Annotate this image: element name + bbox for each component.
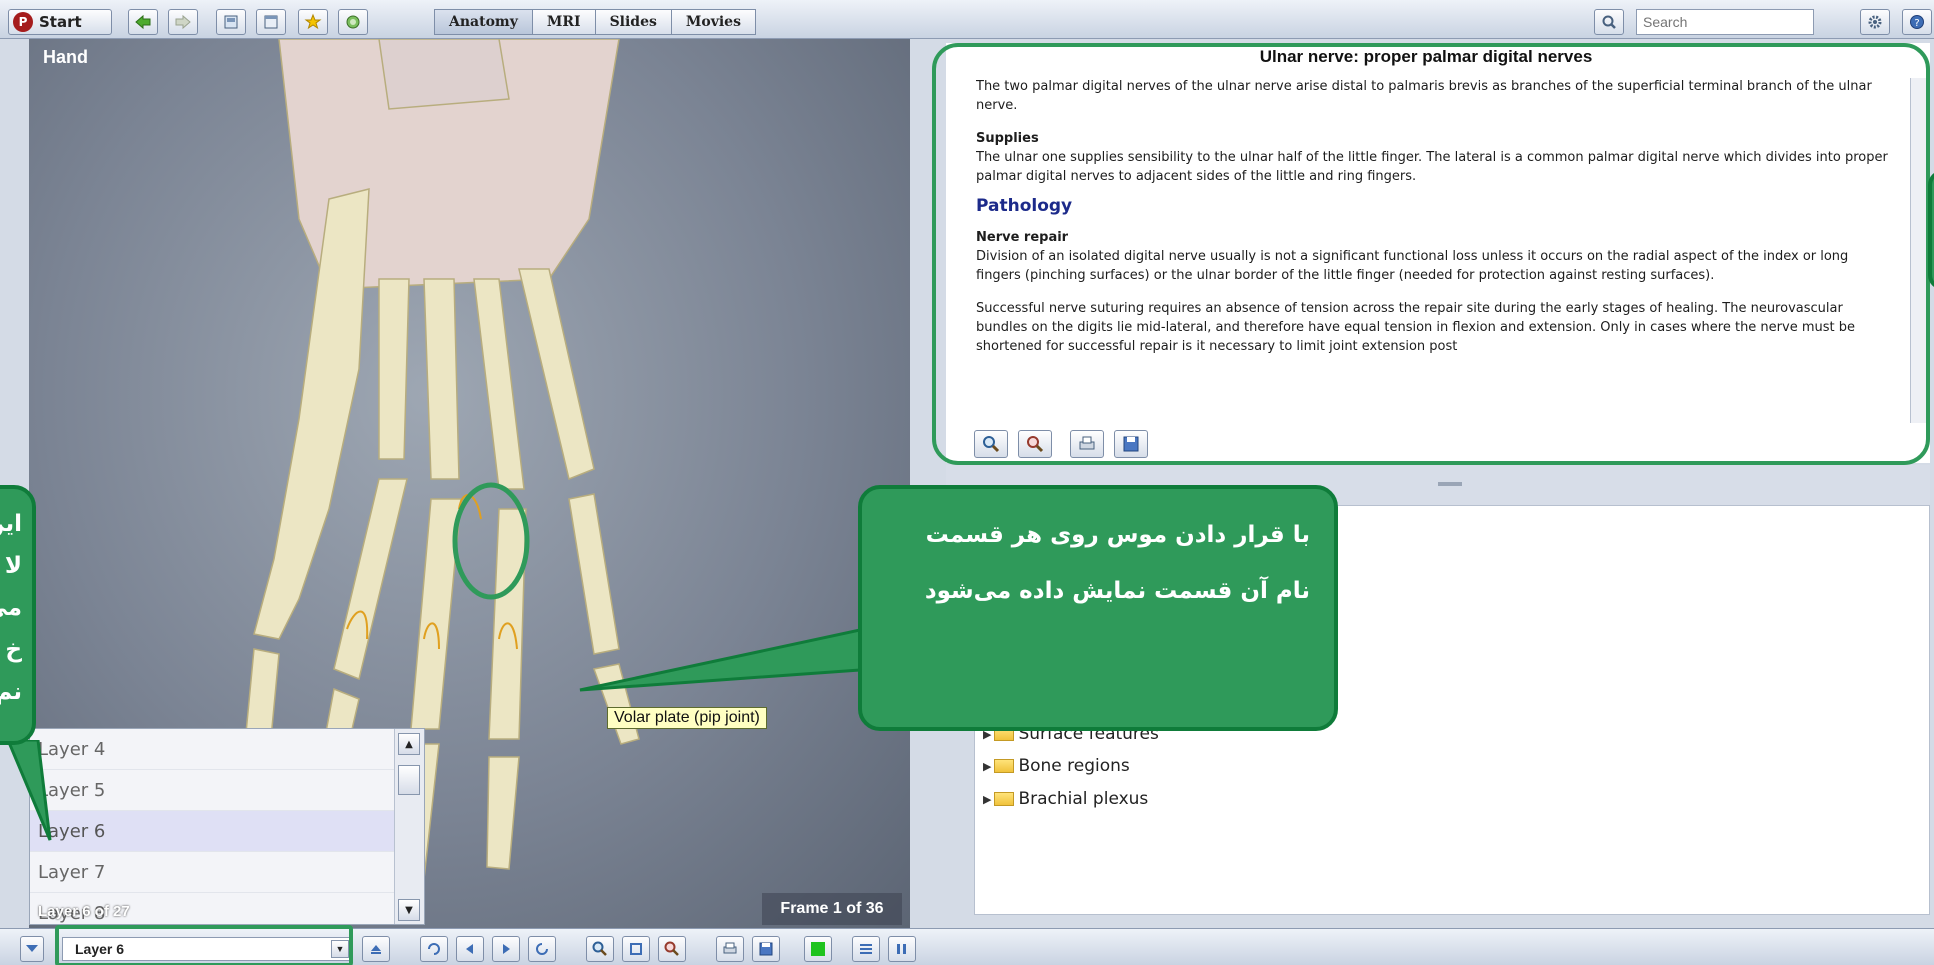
search-icon[interactable]: [1594, 9, 1624, 35]
rotate-back-icon[interactable]: [528, 936, 556, 962]
viewer-title: Hand: [43, 47, 88, 67]
start-button[interactable]: P Start: [8, 9, 112, 35]
list-icon[interactable]: [852, 936, 880, 962]
back-arrow-icon[interactable]: [128, 9, 158, 35]
help-icon[interactable]: ?: [1902, 9, 1932, 35]
scroll-up-icon[interactable]: ▲: [398, 733, 420, 755]
callout-pointer: [579, 628, 860, 692]
layer-menu-icon[interactable]: [20, 936, 44, 962]
layer-item[interactable]: Layer 4: [30, 729, 424, 770]
tab-mri[interactable]: MRI: [531, 9, 596, 35]
save-icon[interactable]: [752, 936, 780, 962]
eject-icon[interactable]: [362, 936, 390, 962]
tab-anatomy[interactable]: Anatomy: [434, 9, 533, 35]
search-input[interactable]: [1636, 9, 1814, 35]
top-toolbar: P Start Anatomy MRI Slides Movies ?: [0, 0, 1934, 39]
tab-movies[interactable]: Movies: [670, 9, 756, 35]
tree-item-label: Brachial plexus: [1018, 789, 1149, 809]
layers-hint-callout: این لا می خ نم: [0, 485, 36, 745]
color-swatch-icon[interactable]: [804, 936, 832, 962]
print-icon[interactable]: [716, 936, 744, 962]
previous-frame-icon[interactable]: [456, 936, 484, 962]
folder-icon: [994, 759, 1015, 773]
layer-list-scrollbar[interactable]: ▲ ▼: [394, 729, 424, 924]
expand-arrow-icon[interactable]: ▶: [983, 760, 991, 773]
folder-icon: [994, 792, 1015, 806]
gear-icon[interactable]: [1860, 9, 1890, 35]
svg-text:?: ?: [1914, 18, 1919, 29]
tab-slides[interactable]: Slides: [594, 9, 672, 35]
window-icon[interactable]: [256, 9, 286, 35]
start-label: Start: [39, 13, 82, 31]
zoom-out-icon[interactable]: [658, 936, 686, 962]
view-tabs: Anatomy MRI Slides Movies: [434, 9, 756, 35]
layers-callout-pointer: [6, 740, 52, 841]
primal-logo-icon: P: [13, 12, 33, 32]
hover-hint-callout: با قرار دادن موس روی هر قسمت نام آن قسمت…: [858, 485, 1338, 731]
layer-count-label: Layer 6 of 27: [38, 903, 130, 920]
layer-select-highlight-frame: [55, 925, 353, 965]
frame-label: Frame 1 of 36: [762, 893, 902, 925]
splitter-grip[interactable]: [1438, 482, 1462, 486]
layer-list[interactable]: Layer 4 Layer 5 Layer 6 Layer 7 Layer 8 …: [29, 728, 425, 934]
layer-item-selected[interactable]: Layer 6: [30, 811, 424, 852]
article-highlight-frame: [932, 43, 1930, 465]
tree-item-label: Bone regions: [1018, 756, 1130, 776]
rotate-icon[interactable]: [420, 936, 448, 962]
next-frame-icon[interactable]: [492, 936, 520, 962]
layer-item[interactable]: Layer 5: [30, 770, 424, 811]
scroll-down-icon[interactable]: ▼: [398, 899, 420, 921]
expand-arrow-icon[interactable]: ▶: [983, 793, 991, 806]
layer-item[interactable]: Layer 7: [30, 852, 424, 893]
scroll-thumb[interactable]: [398, 765, 420, 795]
side-callout: [1928, 170, 1934, 290]
folder-icon[interactable]: [216, 9, 246, 35]
favorites-star-icon[interactable]: [298, 9, 328, 35]
globe-icon[interactable]: [338, 9, 368, 35]
structure-tooltip: Volar plate (pip joint): [607, 707, 767, 729]
forward-arrow-icon[interactable]: [168, 9, 198, 35]
zoom-in-icon[interactable]: [586, 936, 614, 962]
tree-item-bone-regions[interactable]: ▶ Bone regions: [983, 756, 1130, 776]
fit-view-icon[interactable]: [622, 936, 650, 962]
layers-icon[interactable]: [888, 936, 916, 962]
tree-item-brachial-plexus[interactable]: ▶ Brachial plexus: [983, 789, 1148, 809]
